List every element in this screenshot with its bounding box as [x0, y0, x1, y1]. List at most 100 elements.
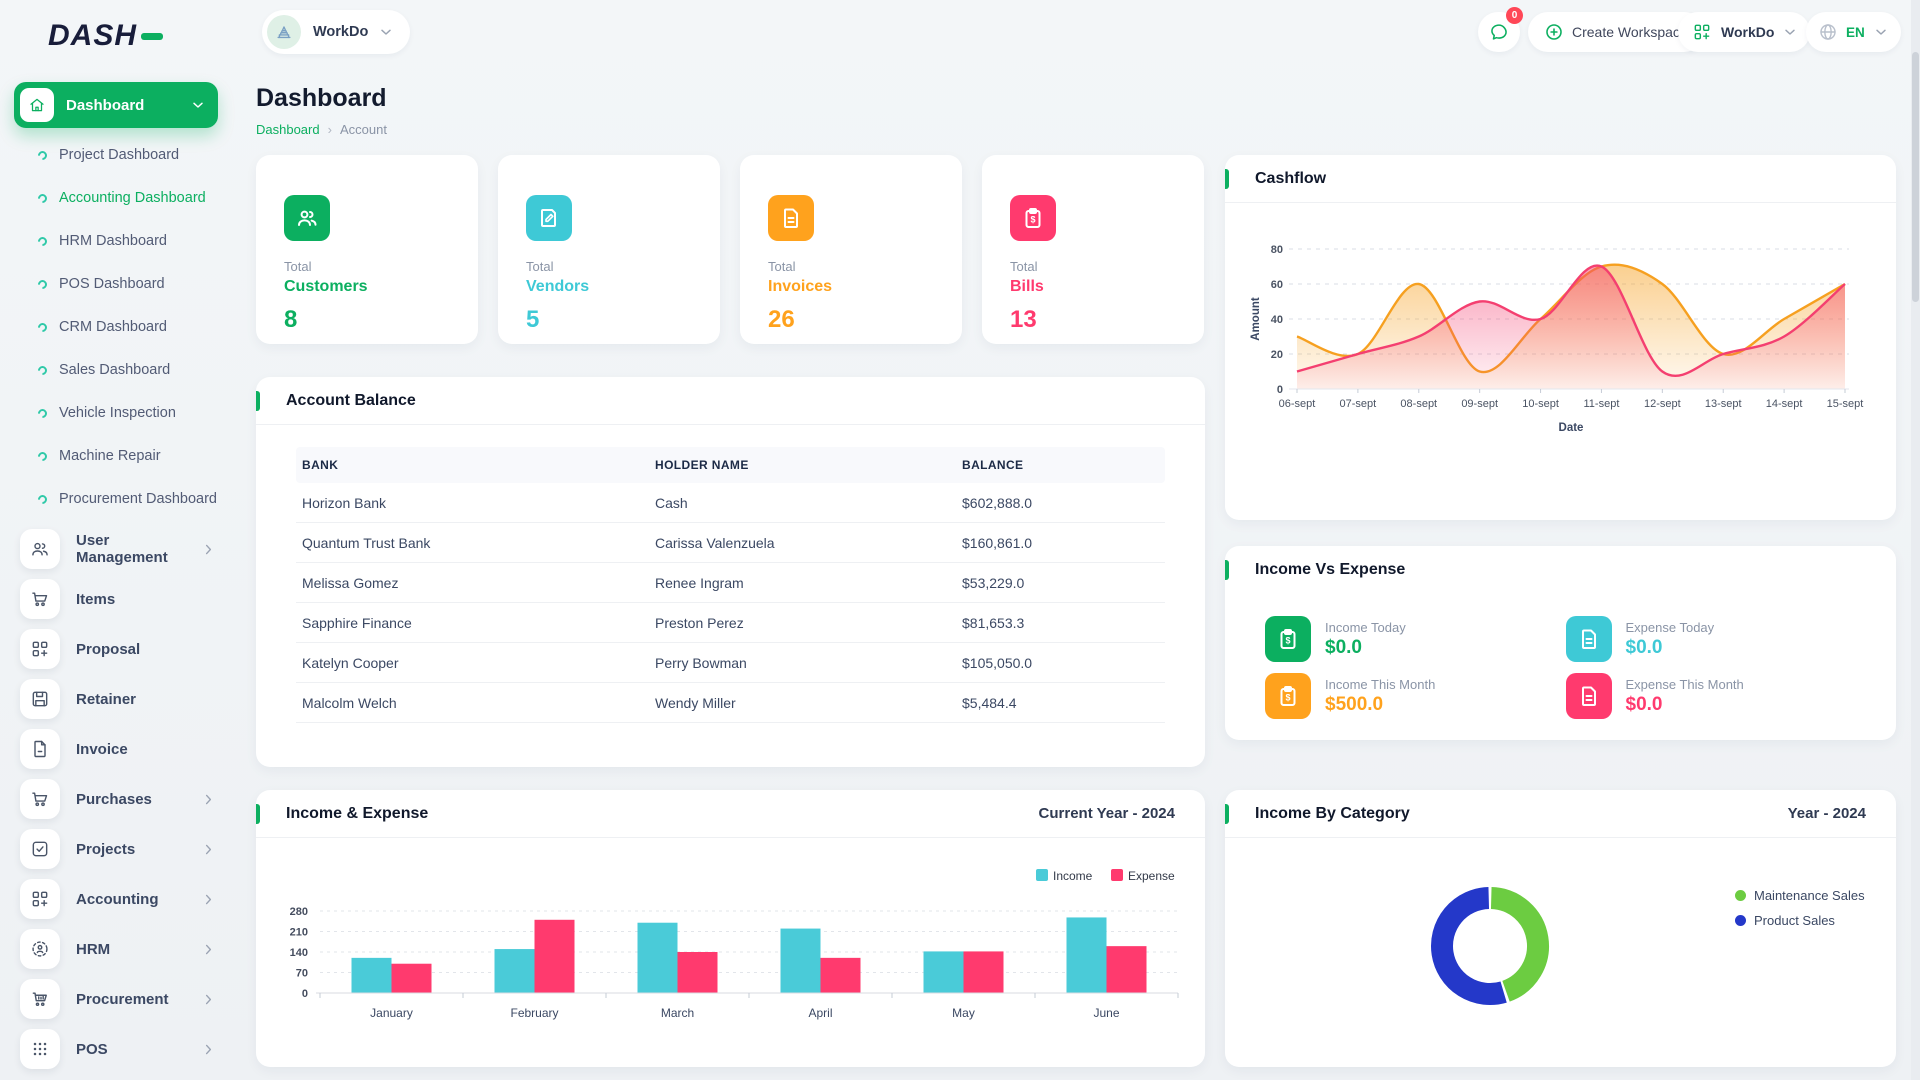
sidebar-sub-item[interactable]: Accounting Dashboard [0, 177, 232, 220]
scrollbar-thumb[interactable] [1912, 52, 1919, 302]
sidebar-item-proposal[interactable]: Proposal [0, 624, 232, 674]
table-cell: Carissa Valenzuela [655, 535, 962, 551]
sidebar-sub-item[interactable]: Sales Dashboard [0, 349, 232, 392]
svg-text:$: $ [1285, 693, 1290, 703]
stat-label: Invoices [768, 278, 934, 296]
sidebar-item-dashboard[interactable]: Dashboard [14, 82, 218, 128]
sidebar-sub-item[interactable]: Project Dashboard [0, 134, 232, 177]
bullet-circle-icon [36, 493, 49, 506]
table-header: BANKHOLDER NAMEBALANCE [296, 447, 1165, 483]
workspace-selector[interactable]: WorkDo [262, 10, 410, 54]
table-row: Sapphire FinancePreston Perez$81,653.3 [296, 603, 1165, 643]
logo-text: DASH [48, 19, 137, 53]
svg-text:70: 70 [296, 968, 308, 980]
sub-item-label: Machine Repair [59, 447, 161, 465]
svg-text:40: 40 [1271, 314, 1283, 326]
chevron-right-icon [201, 992, 216, 1007]
file-icon [20, 729, 60, 769]
table-cell: Perry Bowman [655, 655, 962, 671]
income-vs-expense-title: Income Vs Expense [1255, 561, 1405, 579]
income-by-category-title: Income By Category [1255, 805, 1410, 823]
svg-text:May: May [952, 1006, 975, 1020]
ive-item-expense-this-month: Expense This Month$0.0 [1566, 673, 1867, 719]
sidebar-item-pos[interactable]: POS [0, 1024, 232, 1074]
chevron-right-icon [201, 792, 216, 807]
language-selector[interactable]: EN [1806, 12, 1901, 52]
svg-text:12-sept: 12-sept [1644, 398, 1681, 410]
account-balance-title: Account Balance [286, 392, 416, 410]
sidebar-item-accounting[interactable]: Accounting [0, 874, 232, 924]
table-cell: $105,050.0 [962, 655, 1159, 671]
sidebar-sub-item[interactable]: Procurement Dashboard [0, 478, 232, 521]
svg-text:20: 20 [1271, 349, 1283, 361]
chevron-down-icon [1873, 24, 1889, 40]
ive-label: Expense Today [1626, 620, 1715, 635]
ive-item-income-this-month: $Income This Month$500.0 [1265, 673, 1566, 719]
donut-legend: Maintenance SalesProduct Sales [1735, 888, 1865, 938]
section-label: Invoice [60, 741, 216, 758]
svg-text:60: 60 [1271, 279, 1283, 291]
customers-icon [284, 195, 330, 241]
sub-item-label: Accounting Dashboard [59, 189, 206, 207]
sub-item-label: Project Dashboard [59, 146, 179, 164]
chevron-down-icon [190, 97, 206, 113]
bullet-circle-icon [36, 407, 49, 420]
svg-text:13-sept: 13-sept [1705, 398, 1742, 410]
svg-text:$: $ [1285, 636, 1290, 646]
section-label: Items [60, 591, 216, 608]
table-cell: $53,229.0 [962, 575, 1159, 591]
scrollbar-track[interactable] [1911, 0, 1920, 1080]
sidebar-item-retainer[interactable]: Retainer [0, 674, 232, 724]
sidebar-sub-item[interactable]: HRM Dashboard [0, 220, 232, 263]
svg-text:Date: Date [1559, 422, 1584, 434]
messages-button[interactable]: 0 [1478, 12, 1520, 52]
stats-row: TotalCustomers8TotalVendors5TotalInvoice… [256, 155, 1205, 344]
table-cell: Cash [655, 495, 962, 511]
workspace-switcher[interactable]: WorkDo [1678, 12, 1810, 52]
app-logo[interactable]: DASH [0, 14, 232, 58]
sub-item-label: HRM Dashboard [59, 232, 167, 250]
sidebar-item-procurement[interactable]: Procurement [0, 974, 232, 1024]
svg-text:140: 140 [290, 947, 308, 959]
income-by-category-card: Income By Category Year - 2024 Maintenan… [1225, 790, 1896, 1067]
sidebar-dashboard-label: Dashboard [54, 97, 190, 114]
sidebar-item-hrm[interactable]: HRM [0, 924, 232, 974]
breadcrumb-separator: › [328, 122, 332, 137]
sidebar-sub-item[interactable]: CRM Dashboard [0, 306, 232, 349]
stat-label: Bills [1010, 278, 1176, 296]
column-header: BALANCE [962, 458, 1159, 472]
breadcrumb-dashboard-link[interactable]: Dashboard [256, 122, 320, 137]
table-cell: Melissa Gomez [302, 575, 655, 591]
bullet-circle-icon [36, 321, 49, 334]
sidebar-sub-item[interactable]: POS Dashboard [0, 263, 232, 306]
svg-text:0: 0 [1277, 384, 1283, 396]
table-cell: Quantum Trust Bank [302, 535, 655, 551]
svg-text:07-sept: 07-sept [1340, 398, 1377, 410]
grid-plus-icon [20, 629, 60, 669]
sidebar-item-user-management[interactable]: User Management [0, 524, 232, 574]
chevron-right-icon [201, 542, 216, 557]
sidebar-item-purchases[interactable]: Purchases [0, 774, 232, 824]
svg-text:Amount: Amount [1250, 297, 1262, 341]
sidebar-sub-item[interactable]: Machine Repair [0, 435, 232, 478]
sidebar-item-projects[interactable]: Projects [0, 824, 232, 874]
bills-icon: $ [1010, 195, 1056, 241]
svg-text:February: February [510, 1006, 558, 1020]
sidebar-sub-item[interactable]: Vehicle Inspection [0, 392, 232, 435]
workspace-switcher-label: WorkDo [1712, 24, 1782, 40]
card-accent [1225, 560, 1229, 580]
svg-text:Income: Income [1053, 869, 1093, 883]
sidebar-item-items[interactable]: Items [0, 574, 232, 624]
legend-dot-icon [1735, 915, 1746, 926]
svg-text:14-sept: 14-sept [1766, 398, 1803, 410]
svg-text:06-sept: 06-sept [1279, 398, 1316, 410]
card-accent [256, 391, 260, 411]
table-row: Katelyn CooperPerry Bowman$105,050.0 [296, 643, 1165, 683]
breadcrumb: Dashboard › Account [256, 122, 387, 137]
stat-total-label: Total [768, 259, 934, 274]
svg-text:10-sept: 10-sept [1522, 398, 1559, 410]
card-accent [1225, 169, 1229, 189]
section-label: Accounting [60, 891, 201, 908]
sidebar-item-invoice[interactable]: Invoice [0, 724, 232, 774]
chevron-right-icon [201, 1042, 216, 1057]
